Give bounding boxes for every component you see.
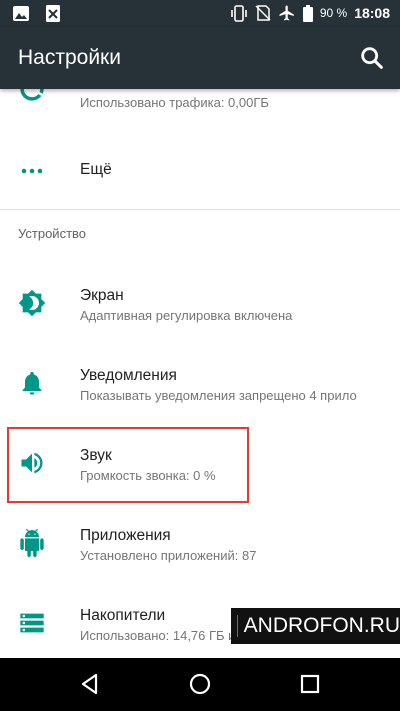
no-sim-icon [255, 5, 271, 21]
storage-icon [20, 613, 44, 633]
clock: 18:08 [354, 5, 390, 21]
settings-item-more[interactable]: Ещё [0, 139, 400, 203]
more-label: Ещё [80, 161, 112, 178]
section-header-device: Устройство [18, 226, 87, 241]
battery-icon [302, 4, 313, 22]
watermark-logo [237, 615, 238, 637]
data-usage-summary: Использовано трафика: 0,00ГБ [80, 95, 269, 110]
settings-item-notifications[interactable]: Уведомления Показывать уведомления запре… [0, 349, 400, 419]
settings-list: Использовано трафика: 0,00ГБ Ещё Устройс… [0, 89, 400, 658]
volume-icon [21, 452, 43, 474]
vibrate-icon [231, 4, 247, 22]
file-notification-icon [46, 5, 60, 22]
apps-title: Приложения [80, 527, 171, 544]
notifications-summary: Показывать уведомления запрещено 4 прило [80, 388, 357, 403]
navigation-bar [0, 658, 400, 711]
page-title: Настройки [18, 46, 121, 69]
airplane-mode-icon [279, 5, 294, 21]
screen-summary: Адаптивная регулировка включена [80, 308, 293, 323]
brightness-icon [18, 289, 46, 317]
status-bar: 90 % 18:08 [0, 0, 400, 27]
settings-item-sound[interactable]: Звук Громкость звонка: 0 % [0, 429, 400, 499]
apps-summary: Установлено приложений: 87 [80, 548, 257, 563]
settings-item-screen[interactable]: Экран Адаптивная регулировка включена [0, 269, 400, 339]
settings-item-apps[interactable]: Приложения Установлено приложений: 87 [0, 509, 400, 579]
sound-title: Звук [80, 447, 112, 464]
image-notification-icon [13, 6, 29, 21]
home-icon[interactable] [187, 671, 213, 697]
back-icon[interactable] [77, 671, 103, 697]
watermark-text: ANDROFON.RU [243, 614, 400, 637]
watermark: ANDROFON.RU [231, 608, 400, 644]
sound-summary: Громкость звонка: 0 % [80, 468, 216, 483]
data-usage-icon [20, 89, 44, 101]
recents-icon[interactable] [297, 671, 323, 697]
android-icon [20, 529, 44, 557]
storage-title: Накопители [80, 607, 166, 624]
screen-title: Экран [80, 287, 124, 304]
app-bar: Настройки [0, 27, 400, 89]
more-dots-icon [21, 168, 43, 174]
notifications-title: Уведомления [80, 367, 177, 384]
bell-icon [22, 371, 42, 395]
battery-level: 90 % [319, 6, 348, 20]
settings-item-data-usage[interactable]: Использовано трафика: 0,00ГБ [0, 89, 400, 121]
search-icon[interactable] [358, 44, 386, 72]
section-divider [0, 209, 400, 210]
